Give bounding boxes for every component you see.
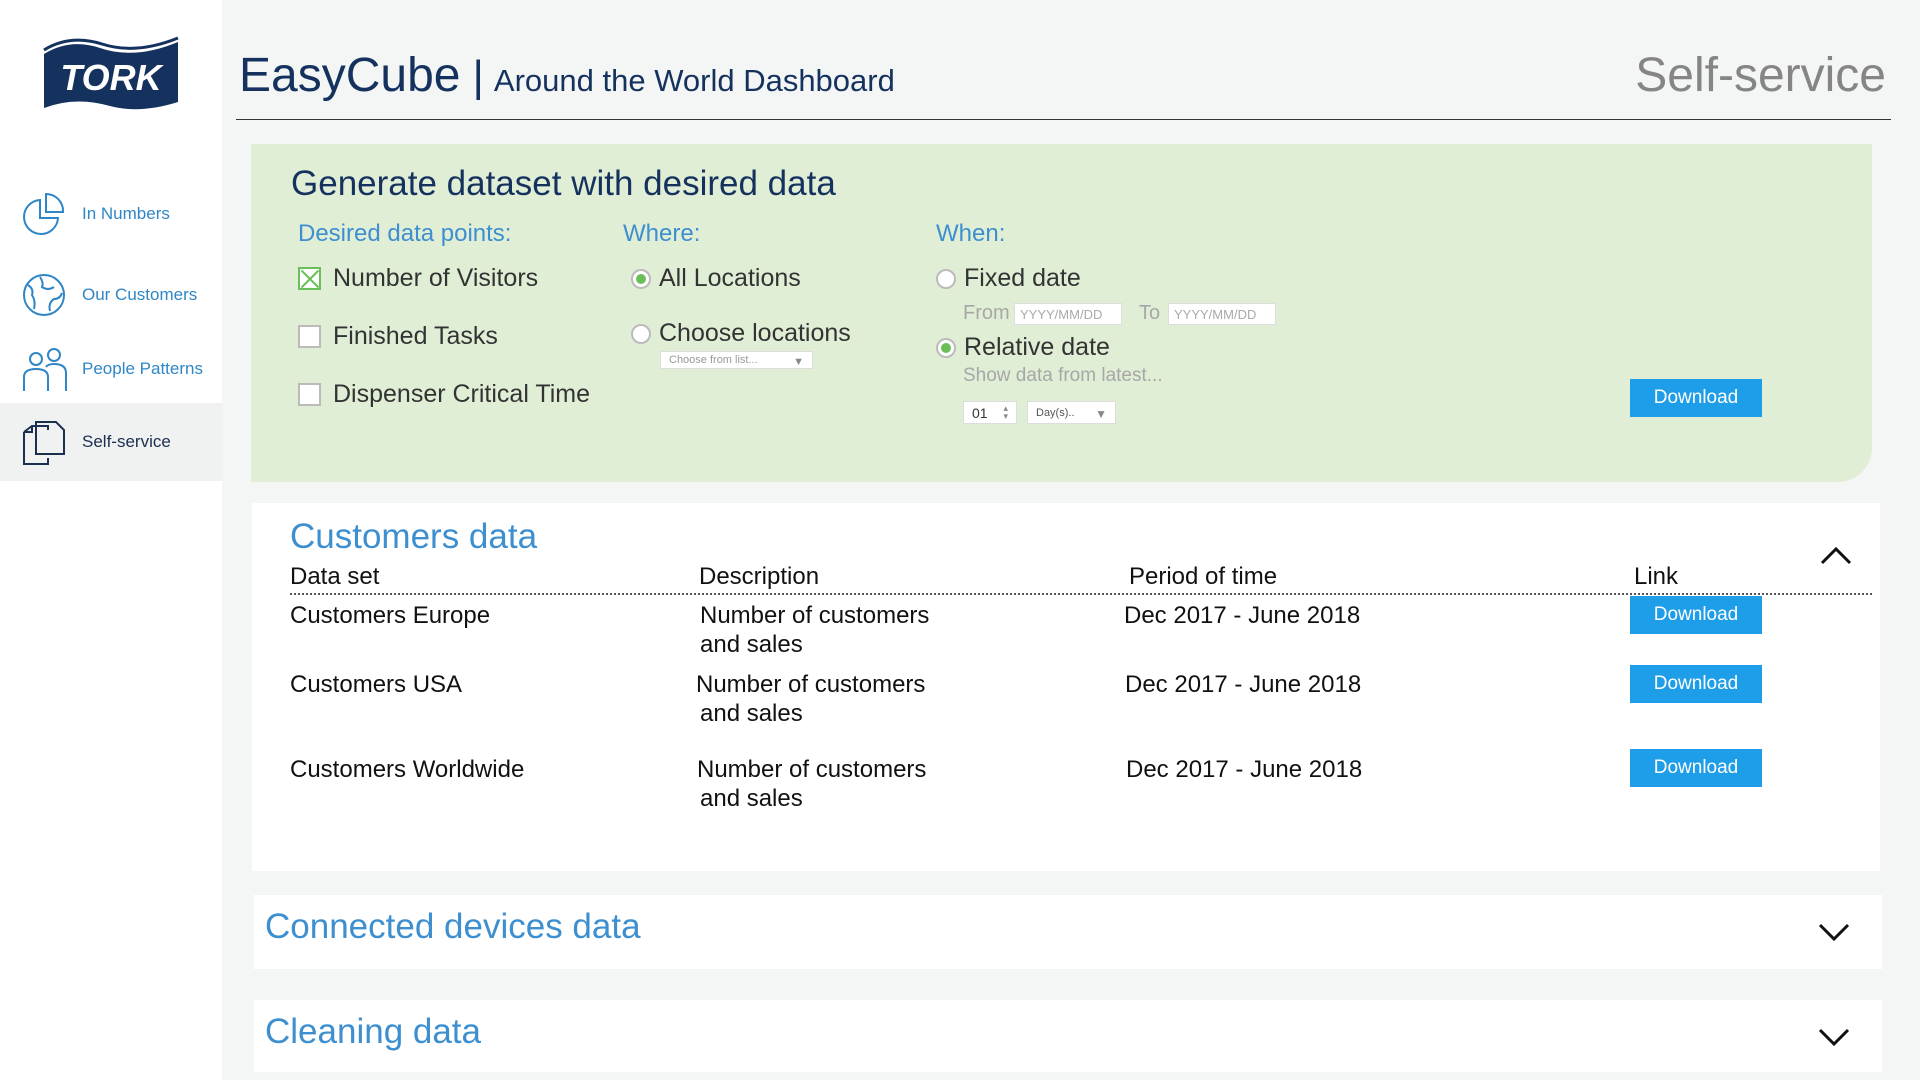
chevron-up-icon[interactable] [1818,543,1854,567]
connected-devices-card[interactable]: Connected devices data [254,895,1882,969]
option-choose-locations[interactable]: Choose locations [631,319,851,348]
row-3-download-button[interactable]: Download [1630,749,1762,787]
row-1-description: Number of customers and sales [700,601,929,659]
row-2-dataset: Customers USA [290,671,463,698]
row-2-description: Number of customers and sales [696,670,925,728]
cleaning-data-card[interactable]: Cleaning data [254,1000,1882,1072]
generate-download-button[interactable]: Download [1630,379,1762,417]
checkbox[interactable] [298,325,321,348]
show-data-label: Show data from latest... [963,365,1163,386]
row-1-period: Dec 2017 - June 2018 [1124,602,1361,629]
chevron-down-icon: ▼ [793,356,804,368]
description-line: Number of customers [700,602,930,629]
description-line: and sales [700,700,803,727]
radio[interactable] [936,268,956,289]
column-header-link: Link [1634,563,1679,590]
select-placeholder: Choose from list... [669,354,758,366]
generate-title: Generate dataset with desired data [291,164,836,203]
sidebar-item-self-service[interactable]: Self-service [0,403,222,481]
sidebar-item-label: In Numbers [82,204,170,223]
sidebar: TORK In Numbers Our Customers People Pat… [0,0,222,1080]
connected-devices-title: Connected devices data [265,907,641,946]
checkbox[interactable] [298,383,321,406]
sidebar-item-in-numbers[interactable]: In Numbers [0,175,222,253]
option-dispenser-critical-time[interactable]: Dispenser Critical Time [298,380,590,409]
column-header-period: Period of time [1129,563,1278,590]
dashboard-name: Around the World Dashboard [493,63,895,98]
radio[interactable] [631,323,651,344]
description-line: Number of customers [697,756,927,783]
unit-value: Day(s).. [1036,406,1075,419]
radio-selected[interactable] [936,337,956,358]
description-line: and sales [700,785,803,812]
documents-icon [23,421,65,465]
option-relative-date[interactable]: Relative date [936,333,1110,362]
row-2-period: Dec 2017 - June 2018 [1125,671,1362,698]
option-label: Number of Visitors [333,264,539,292]
column-header-description: Description [699,563,820,590]
column-header-dataset: Data set [290,563,380,590]
customers-data-card: Customers data Data set Description Peri… [252,503,1880,871]
option-fixed-date[interactable]: Fixed date [936,264,1081,293]
globe-icon [23,274,65,316]
option-label: All Locations [659,264,801,292]
row-3-dataset: Customers Worldwide [290,756,525,783]
table-header-divider [290,593,1872,595]
sidebar-item-our-customers[interactable]: Our Customers [0,256,222,334]
radio-selected[interactable] [631,268,651,289]
amount-value: 01 [972,404,988,421]
generate-dataset-panel: Generate dataset with desired data Desir… [251,144,1872,482]
sidebar-item-label: Our Customers [82,285,198,304]
chevron-down-icon[interactable] [1816,1024,1852,1048]
title-separator: | [472,52,484,101]
checkbox-checked[interactable] [298,267,321,290]
row-1-dataset: Customers Europe [290,602,491,629]
tork-logo[interactable]: TORK [40,36,182,112]
option-label: Relative date [964,333,1110,361]
sidebar-item-label: People Patterns [82,359,203,378]
from-date-input[interactable]: YYYY/MM/DD [1014,303,1122,325]
stepper-arrows-icon[interactable]: ▴ ▾ [1003,404,1008,421]
sidebar-item-people-patterns[interactable]: People Patterns [0,330,222,408]
data-points-label: Desired data points: [298,220,512,247]
option-label: Fixed date [964,264,1081,292]
description-line: Number of customers [696,671,926,698]
option-label: Dispenser Critical Time [333,380,591,408]
logo-text: TORK [60,57,164,98]
chevron-down-icon[interactable] [1816,919,1852,943]
to-label: To [1139,302,1161,324]
row-3-description: Number of customers and sales [697,755,926,813]
row-1-download-button[interactable]: Download [1630,596,1762,634]
unit-select[interactable]: Day(s).. ▼ [1027,401,1116,424]
amount-stepper[interactable]: 01 ▴ ▾ [963,401,1017,424]
to-date-input[interactable]: YYYY/MM/DD [1168,303,1276,325]
sidebar-item-label: Self-service [82,432,171,451]
row-2-download-button[interactable]: Download [1630,665,1762,703]
from-label: From [963,302,1010,324]
option-number-of-visitors[interactable]: Number of Visitors [298,264,538,293]
section-title: Self-service [1635,49,1886,102]
locations-select[interactable]: Choose from list... ▼ [660,351,813,369]
people-icon [23,348,67,391]
cleaning-data-title: Cleaning data [265,1012,481,1051]
option-label: Choose locations [659,319,851,347]
customers-data-title: Customers data [290,517,538,556]
pie-chart-icon [23,192,65,235]
option-all-locations[interactable]: All Locations [631,264,801,293]
description-line: and sales [700,631,803,658]
app-name: EasyCube [239,49,461,102]
option-label: Finished Tasks [333,322,498,350]
header-divider [236,119,1891,120]
where-label: Where: [623,220,701,247]
chevron-down-icon: ▼ [1095,407,1107,421]
option-finished-tasks[interactable]: Finished Tasks [298,322,498,351]
when-label: When: [936,220,1006,247]
page-title: EasyCube | Around the World Dashboard [239,48,895,103]
row-3-period: Dec 2017 - June 2018 [1126,756,1363,783]
